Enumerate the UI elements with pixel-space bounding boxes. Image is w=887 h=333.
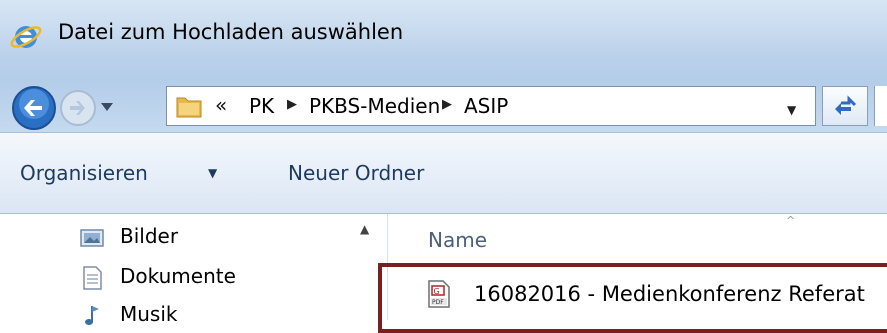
- sort-ascending-icon: ^: [786, 214, 796, 227]
- window-title: Datei zum Hochladen auswählen: [58, 20, 404, 44]
- address-bar[interactable]: « PK ▶ PKBS-Medien ▶ ASIP ▼: [166, 86, 816, 126]
- back-arrow-icon[interactable]: [10, 84, 58, 132]
- navpane-item-label: Bilder: [120, 224, 179, 248]
- organize-dropdown-icon[interactable]: ▼: [208, 166, 217, 180]
- breadcrumb-separator-icon[interactable]: ▶: [287, 97, 297, 112]
- pictures-library-icon: [80, 229, 104, 247]
- recent-pages-dropdown-icon[interactable]: [100, 102, 114, 112]
- address-overflow-button[interactable]: «: [215, 93, 227, 117]
- navpane-item-label: Musik: [120, 302, 178, 326]
- address-dropdown-icon[interactable]: ▼: [787, 103, 796, 117]
- breadcrumb-separator-icon[interactable]: ▶: [442, 97, 452, 112]
- command-bar: Organisieren ▼ Neuer Ordner: [0, 132, 887, 214]
- folder-icon: [176, 97, 202, 118]
- navigation-pane: Bilder Dokumente Musik: [0, 214, 387, 326]
- refresh-button[interactable]: [822, 86, 868, 126]
- organize-button[interactable]: Organisieren: [20, 161, 148, 185]
- breadcrumb-asip[interactable]: ASIP: [464, 94, 508, 118]
- music-library-icon: [85, 306, 99, 325]
- breadcrumb-pkbs-medien[interactable]: PKBS-Medien: [309, 94, 440, 118]
- new-folder-button[interactable]: Neuer Ordner: [288, 161, 424, 185]
- forward-arrow-icon[interactable]: [58, 88, 98, 128]
- search-box-edge[interactable]: [874, 86, 887, 126]
- breadcrumb-pk[interactable]: PK: [249, 94, 274, 118]
- column-header-name[interactable]: Name: [428, 228, 487, 252]
- selection-highlight: [378, 263, 887, 333]
- refresh-icon: [835, 95, 857, 115]
- internet-explorer-icon: [10, 26, 42, 48]
- title-bar: Datei zum Hochladen auswählen: [0, 0, 887, 80]
- navpane-item-label: Dokumente: [120, 264, 236, 288]
- navpane-scroll-up-icon[interactable]: ▲: [360, 222, 369, 236]
- documents-library-icon: [83, 266, 102, 290]
